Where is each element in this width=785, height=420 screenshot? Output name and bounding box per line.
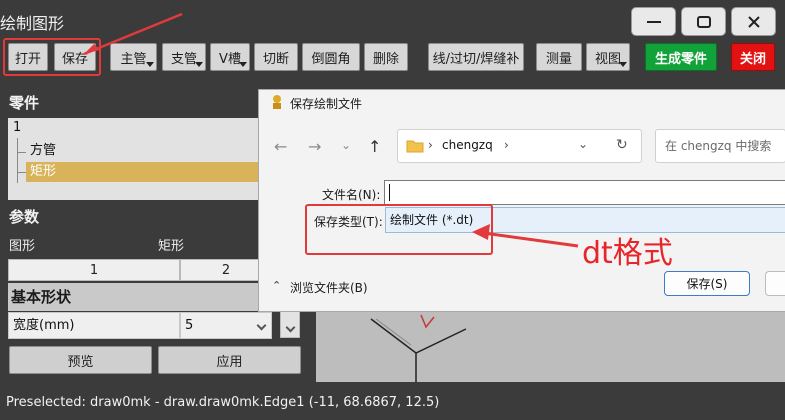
annotation-arrows: [83, 12, 579, 248]
annotation-label: dt格式: [582, 236, 673, 271]
